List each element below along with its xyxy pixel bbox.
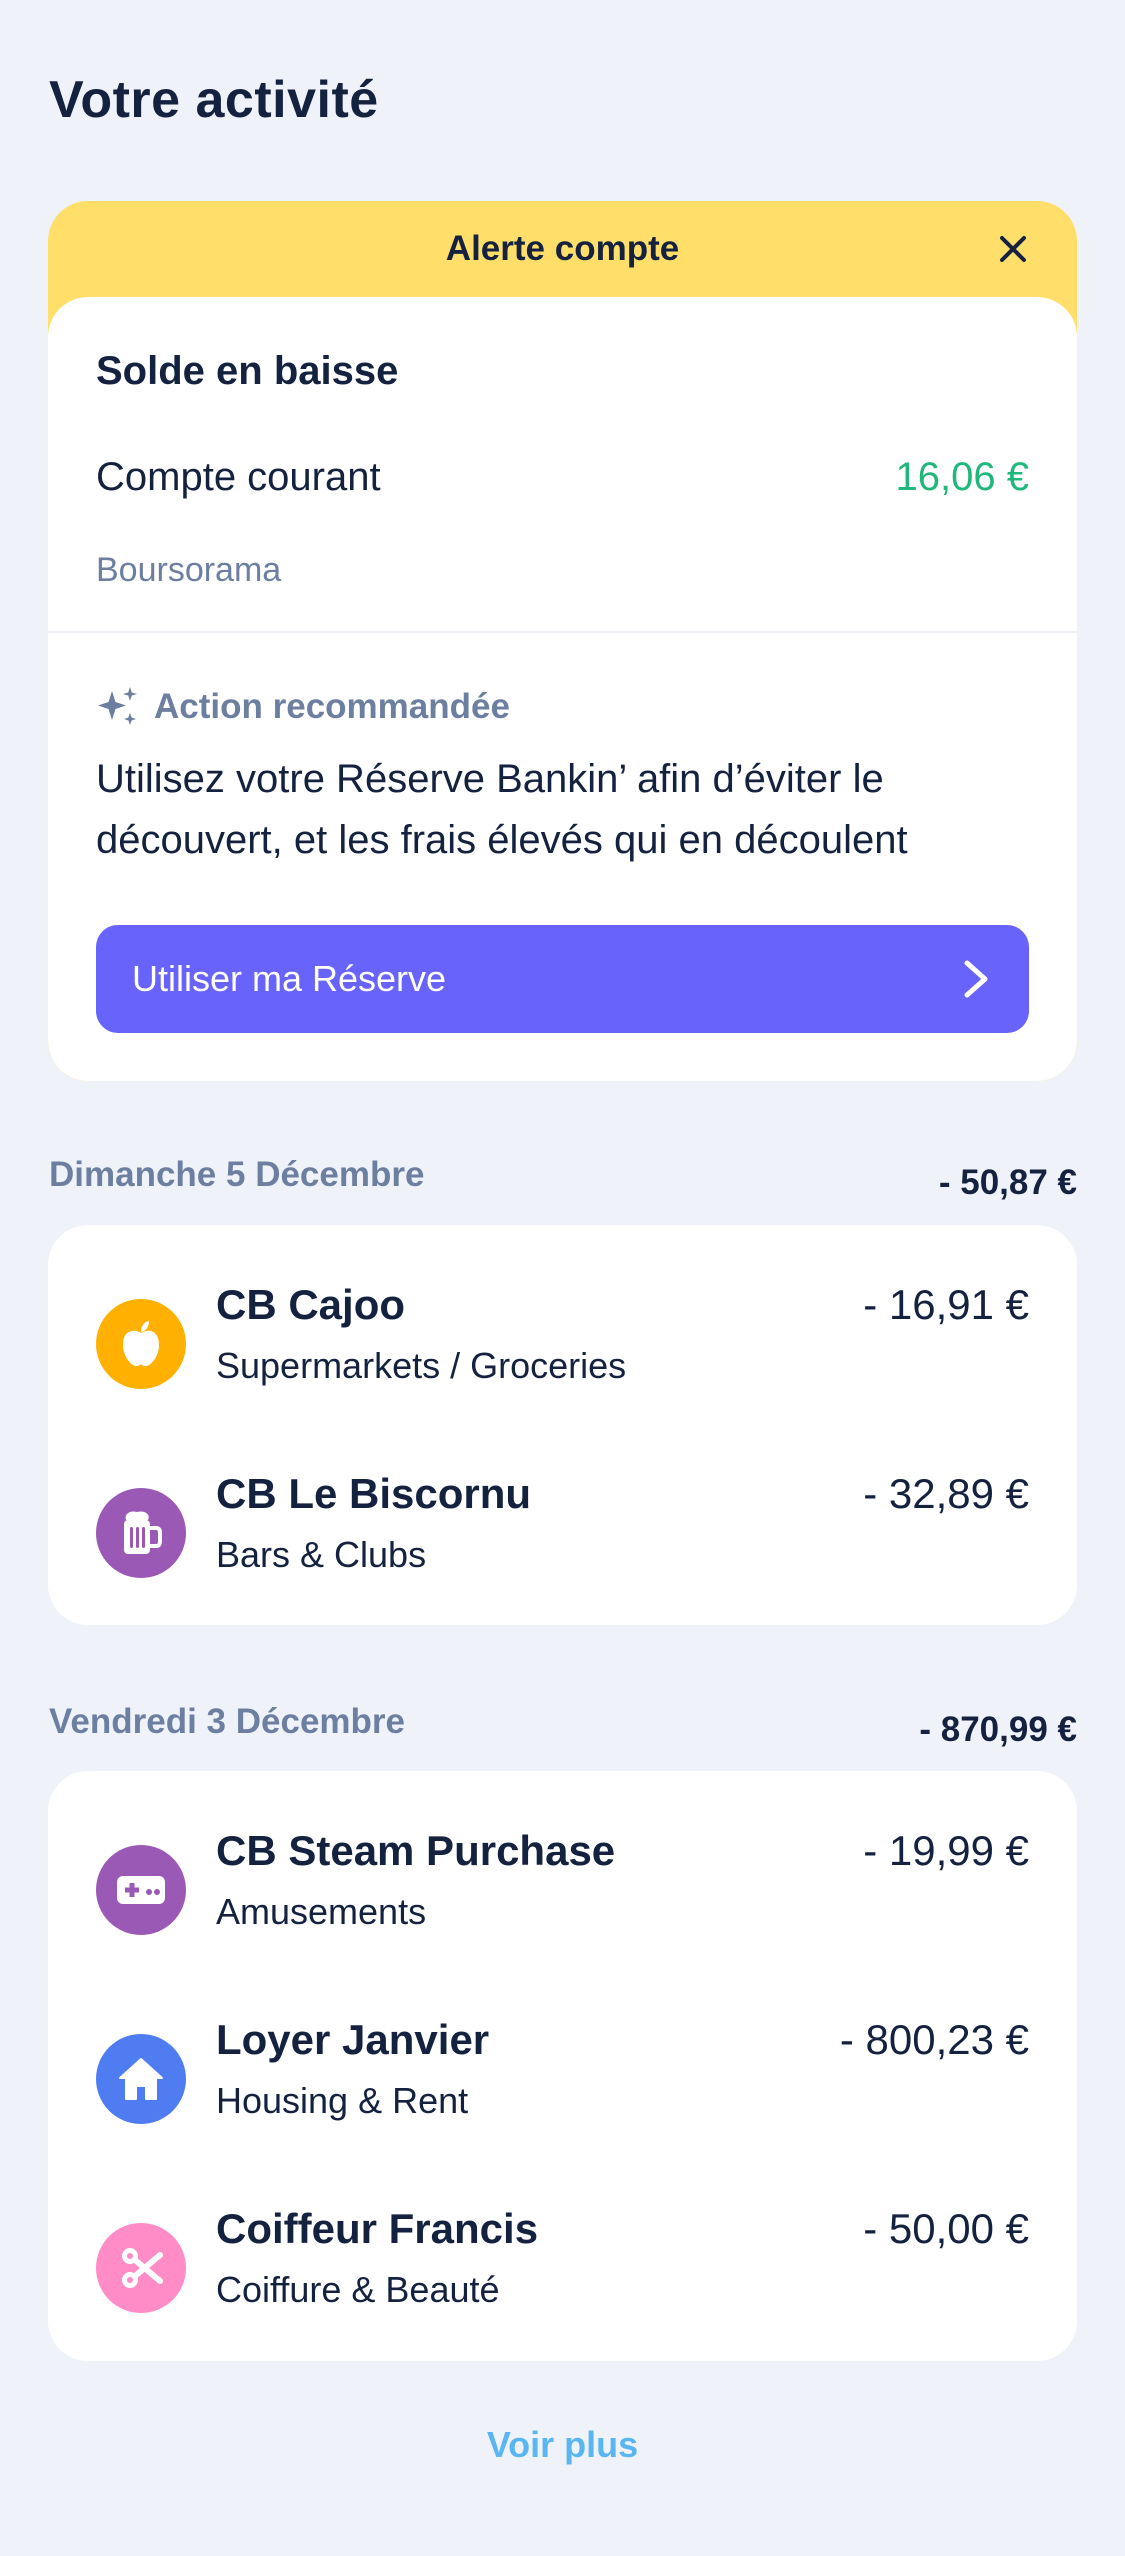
sparkles-icon	[98, 687, 137, 725]
use-reserve-button[interactable]: Utiliser ma Réserve	[96, 925, 1029, 1033]
close-button[interactable]	[991, 227, 1035, 271]
alert-body: Solde en baisse Compte courant 16,06 € B…	[48, 297, 1077, 1081]
transaction-name: Coiffeur Francis	[216, 2205, 539, 2252]
account-alert-card: Alerte compte Solde en baisse Compte cou…	[48, 201, 1077, 1081]
day-total: - 50,87 €	[938, 1163, 1077, 1202]
close-icon	[1000, 236, 1026, 262]
day-header: Dimanche 5 Décembre - 50,87 €	[49, 1155, 1077, 1215]
transaction-amount: - 800,23 €	[839, 2016, 1029, 2063]
recommendation-text: Utilisez votre Réserve Bankin’ afin d’év…	[96, 757, 908, 862]
transaction-name: CB Cajoo	[216, 1281, 405, 1328]
use-reserve-label: Utiliser ma Réserve	[132, 958, 447, 999]
transaction-row[interactable]: CB Cajoo Supermarkets / Groceries - 16,9…	[48, 1281, 1077, 1411]
beer-mug-icon	[124, 1511, 162, 1554]
page-title: Votre activité	[49, 71, 379, 129]
see-more-link[interactable]: Voir plus	[0, 2424, 1125, 2466]
transaction-name: CB Steam Purchase	[216, 1827, 616, 1874]
day-date: Vendredi 3 Décembre	[49, 1702, 405, 1741]
gamepad-icon	[117, 1876, 165, 1904]
transaction-row[interactable]: CB Le Biscornu Bars & Clubs - 32,89 €	[48, 1470, 1077, 1600]
transaction-category: Coiffure & Beauté	[216, 2269, 500, 2310]
chevron-right-icon	[964, 960, 988, 998]
transactions-card: CB Steam Purchase Amusements - 19,99 € L…	[48, 1771, 1077, 2361]
transaction-amount: - 19,99 €	[863, 1827, 1029, 1874]
scissors-icon	[122, 2248, 163, 2288]
transaction-category: Supermarkets / Groceries	[216, 1345, 627, 1386]
category-badge	[96, 2223, 186, 2313]
category-badge	[96, 1845, 186, 1935]
alert-banner: Alerte compte	[48, 201, 1077, 297]
house-icon	[119, 2058, 163, 2100]
day-header: Vendredi 3 Décembre - 870,99 €	[49, 1702, 1077, 1762]
transaction-name: Loyer Janvier	[216, 2016, 490, 2063]
transaction-category: Amusements	[216, 1891, 427, 1932]
recommendation-header: Action recommandée	[96, 685, 510, 729]
transaction-amount: - 16,91 €	[863, 1281, 1029, 1328]
transaction-amount: - 32,89 €	[863, 1470, 1029, 1517]
day-date: Dimanche 5 Décembre	[49, 1155, 425, 1194]
divider	[48, 631, 1077, 633]
category-badge	[96, 1488, 186, 1578]
bank-name: Boursorama	[96, 551, 282, 589]
transaction-category: Bars & Clubs	[216, 1534, 427, 1575]
transaction-name: CB Le Biscornu	[216, 1470, 532, 1517]
transaction-row[interactable]: CB Steam Purchase Amusements - 19,99 €	[48, 1827, 1077, 1957]
transaction-row[interactable]: Loyer Janvier Housing & Rent - 800,23 €	[48, 2016, 1077, 2146]
account-balance: 16,06 €	[895, 455, 1029, 499]
alert-subtitle: Solde en baisse	[96, 349, 399, 393]
recommendation-label: Action recommandée	[154, 687, 510, 726]
account-name: Compte courant	[96, 455, 381, 499]
transaction-amount: - 50,00 €	[863, 2205, 1029, 2252]
day-total: - 870,99 €	[919, 1710, 1077, 1749]
transaction-category: Housing & Rent	[216, 2080, 469, 2121]
transaction-row[interactable]: Coiffeur Francis Coiffure & Beauté - 50,…	[48, 2205, 1077, 2335]
category-badge	[96, 2034, 186, 2124]
category-badge	[96, 1299, 186, 1389]
alert-title: Alerte compte	[445, 229, 680, 268]
apple-icon	[123, 1321, 159, 1367]
transactions-card: CB Cajoo Supermarkets / Groceries - 16,9…	[48, 1225, 1077, 1625]
